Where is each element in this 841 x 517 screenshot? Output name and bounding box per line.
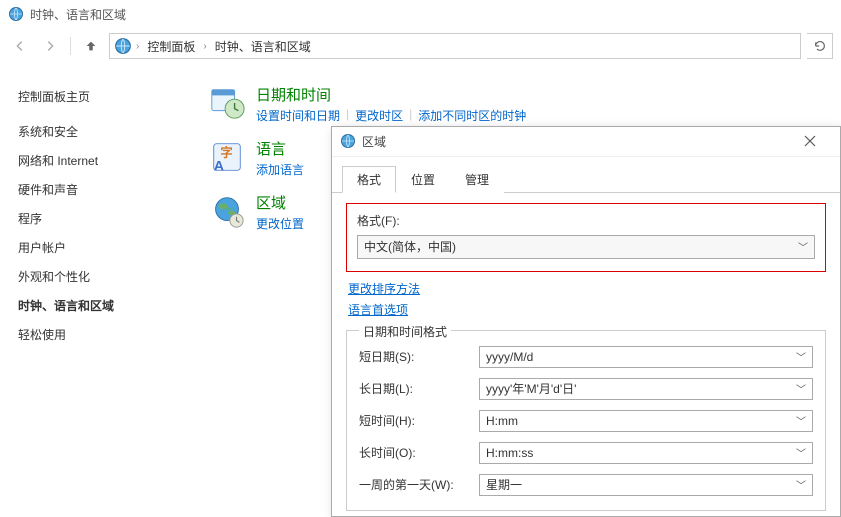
dialog-title: 区域 (362, 133, 788, 150)
dialog-tabs: 格式 位置 管理 (332, 157, 840, 193)
category-title[interactable]: 日期和时间 (256, 84, 526, 105)
fieldset-legend: 日期和时间格式 (359, 323, 451, 340)
tab-format[interactable]: 格式 (342, 166, 396, 193)
label-short-time: 短时间(H): (359, 412, 469, 429)
tab-admin[interactable]: 管理 (450, 166, 504, 193)
forward-button[interactable] (38, 34, 62, 58)
refresh-button[interactable] (807, 33, 833, 59)
window-title: 时钟、语言和区域 (30, 6, 126, 23)
label-long-date: 长日期(L): (359, 380, 469, 397)
combo-short-date[interactable]: yyyy/M/d ﹀ (479, 346, 813, 368)
change-sort-link[interactable]: 更改排序方法 (348, 280, 420, 297)
sidebar-home[interactable]: 控制面板主页 (18, 88, 188, 105)
sidebar-item-programs[interactable]: 程序 (18, 210, 188, 227)
chevron-down-icon: ﹀ (796, 349, 806, 364)
combo-value: yyyy/M/d (486, 350, 533, 364)
globe-icon (114, 37, 132, 55)
sidebar: 控制面板主页 系统和安全 网络和 Internet 硬件和声音 程序 用户帐户 … (18, 80, 188, 501)
globe-icon (8, 6, 24, 22)
navigation-bar: › 控制面板 › 时钟、语言和区域 (0, 28, 841, 64)
chevron-down-icon: ﹀ (796, 413, 806, 428)
category-link[interactable]: 更改位置 (256, 215, 304, 232)
row-short-time: 短时间(H): H:mm ﹀ (359, 410, 813, 432)
sidebar-item-network[interactable]: 网络和 Internet (18, 152, 188, 169)
combo-long-date[interactable]: yyyy'年'M'月'd'日' ﹀ (479, 378, 813, 400)
row-short-date: 短日期(S): yyyy/M/d ﹀ (359, 346, 813, 368)
back-button[interactable] (8, 34, 32, 58)
sidebar-item-user-accounts[interactable]: 用户帐户 (18, 239, 188, 256)
category-link[interactable]: 设置时间和日期 (256, 107, 340, 124)
combo-long-time[interactable]: H:mm:ss ﹀ (479, 442, 813, 464)
category-link[interactable]: 更改时区 (355, 107, 403, 124)
format-value: 中文(简体，中国) (364, 238, 456, 255)
combo-value: H:mm:ss (486, 446, 533, 460)
breadcrumb-item[interactable]: 时钟、语言和区域 (211, 36, 315, 57)
sidebar-item-hardware-sound[interactable]: 硬件和声音 (18, 181, 188, 198)
chevron-down-icon: ﹀ (798, 239, 808, 254)
row-first-day: 一周的第一天(W): 星期一 ﹀ (359, 474, 813, 496)
row-long-date: 长日期(L): yyyy'年'M'月'd'日' ﹀ (359, 378, 813, 400)
category-title[interactable]: 区域 (256, 192, 304, 213)
sidebar-item-system-security[interactable]: 系统和安全 (18, 123, 188, 140)
dialog-body: 格式(F): 中文(简体，中国) ﹀ 更改排序方法 语言首选项 日期和时间格式 … (332, 193, 840, 516)
sidebar-item-appearance[interactable]: 外观和个性化 (18, 268, 188, 285)
category-title[interactable]: 语言 (256, 138, 304, 159)
chevron-down-icon: ﹀ (796, 477, 806, 492)
window-titlebar: 时钟、语言和区域 (0, 0, 841, 28)
label-long-time: 长时间(O): (359, 444, 469, 461)
chevron-down-icon: ﹀ (796, 445, 806, 460)
datetime-format-fieldset: 日期和时间格式 短日期(S): yyyy/M/d ﹀ 长日期(L): yyyy'… (346, 330, 826, 511)
nav-separator (70, 37, 71, 55)
label-first-day: 一周的第一天(W): (359, 476, 469, 493)
category-link[interactable]: 添加语言 (256, 161, 304, 178)
chevron-right-icon: › (136, 41, 139, 52)
language-preferences-link[interactable]: 语言首选项 (348, 301, 408, 318)
language-icon: 字 A (208, 138, 246, 176)
category-link[interactable]: 添加不同时区的时钟 (418, 107, 526, 124)
category-datetime: 日期和时间 设置时间和日期 | 更改时区 | 添加不同时区的时钟 (208, 84, 823, 124)
format-combobox[interactable]: 中文(简体，中国) ﹀ (357, 235, 815, 259)
chevron-down-icon: ﹀ (796, 381, 806, 396)
combo-first-day[interactable]: 星期一 ﹀ (479, 474, 813, 496)
link-separator: | (409, 107, 412, 124)
up-button[interactable] (79, 34, 103, 58)
combo-value: 星期一 (486, 476, 522, 493)
globe-icon (340, 133, 356, 149)
row-long-time: 长时间(O): H:mm:ss ﹀ (359, 442, 813, 464)
combo-value: yyyy'年'M'月'd'日' (486, 380, 576, 397)
sidebar-item-clock-lang-region[interactable]: 时钟、语言和区域 (18, 297, 188, 314)
address-bar[interactable]: › 控制面板 › 时钟、语言和区域 (109, 33, 801, 59)
close-button[interactable] (788, 127, 832, 155)
combo-value: H:mm (486, 414, 518, 428)
chevron-right-icon: › (203, 41, 206, 52)
clock-calendar-icon (208, 84, 246, 122)
region-dialog: 区域 格式 位置 管理 格式(F): 中文(简体，中国) ﹀ 更改排序方法 语言… (331, 126, 841, 517)
format-label: 格式(F): (357, 212, 815, 229)
dialog-titlebar[interactable]: 区域 (332, 127, 840, 157)
sidebar-item-ease-of-access[interactable]: 轻松使用 (18, 326, 188, 343)
label-short-date: 短日期(S): (359, 348, 469, 365)
region-globe-icon (208, 192, 246, 230)
combo-short-time[interactable]: H:mm ﹀ (479, 410, 813, 432)
breadcrumb-item[interactable]: 控制面板 (143, 36, 199, 57)
tab-location[interactable]: 位置 (396, 166, 450, 193)
link-separator: | (346, 107, 349, 124)
svg-text:A: A (214, 158, 224, 174)
format-highlight-box: 格式(F): 中文(简体，中国) ﹀ (346, 203, 826, 272)
